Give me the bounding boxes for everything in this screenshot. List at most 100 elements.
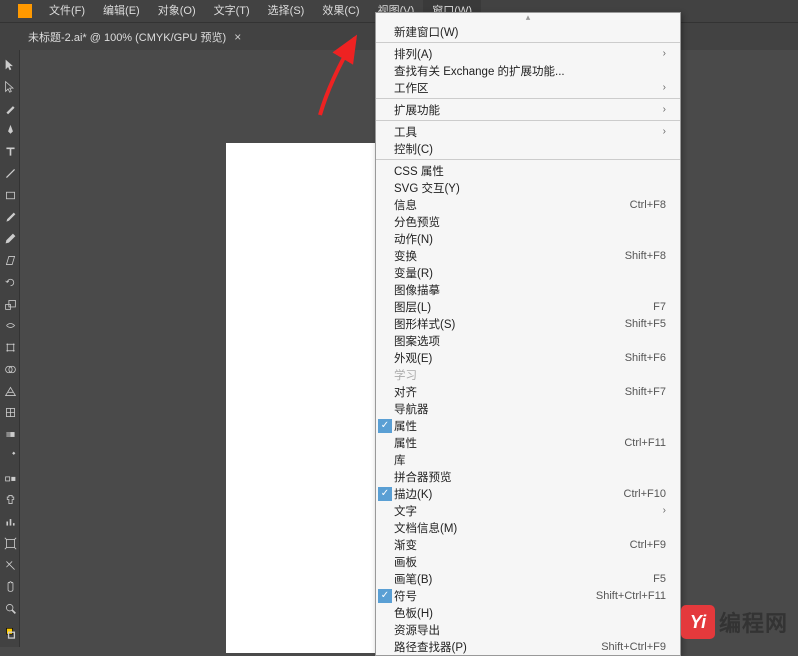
menu-item-svg交互y[interactable]: SVG 交互(Y) [376,179,680,196]
check-placeholder [376,469,394,484]
menu-item-资源导出[interactable]: 资源导出 [376,621,680,638]
eyedropper-tool[interactable] [0,446,20,468]
perspective-tool[interactable] [0,380,20,402]
menu-item-label: 变量(R) [394,265,666,281]
menu-item-变换[interactable]: 变换Shift+F8 [376,247,680,264]
menu-item-对齐[interactable]: 对齐Shift+F7 [376,383,680,400]
mesh-tool[interactable] [0,402,20,424]
check-placeholder [376,537,394,552]
gradient-tool[interactable] [0,424,20,446]
menu-item-工作区[interactable]: 工作区› [376,79,680,96]
menu-item-label: 库 [394,452,666,468]
menu-item-图像描摹[interactable]: 图像描摹 [376,281,680,298]
width-tool[interactable] [0,315,20,337]
menu-item-变量r[interactable]: 变量(R) [376,264,680,281]
check-placeholder [376,102,394,117]
menu-item-文字[interactable]: 文字› [376,502,680,519]
menu-item-文档信息m[interactable]: 文档信息(M) [376,519,680,536]
menu-item-分色预览[interactable]: 分色预览 [376,213,680,230]
scroll-up-icon[interactable]: ▴ [376,13,680,23]
rectangle-tool[interactable] [0,185,20,207]
menu-item-label: 符号 [394,588,596,604]
menu-item-导航器[interactable]: 导航器 [376,400,680,417]
selection-tool[interactable] [0,54,20,76]
menu-item-图案选项[interactable]: 图案选项 [376,332,680,349]
menu-效果[interactable]: 效果(C) [313,0,368,22]
line-tool[interactable] [0,163,20,185]
menu-item-信息[interactable]: 信息Ctrl+F8 [376,196,680,213]
free-transform-tool[interactable] [0,337,20,359]
menu-文字[interactable]: 文字(T) [205,0,259,22]
direct-selection-tool[interactable] [0,76,20,98]
slice-tool[interactable] [0,554,20,576]
magic-wand-tool[interactable] [0,98,20,120]
eraser-tool[interactable] [0,250,20,272]
check-placeholder [376,316,394,331]
fill-stroke-indicator[interactable] [0,620,20,648]
checkmark-icon: ✓ [378,487,392,501]
artboard-tool[interactable] [0,533,20,555]
menu-item-扩展功能[interactable]: 扩展功能› [376,101,680,118]
menu-对象[interactable]: 对象(O) [149,0,205,22]
menu-item-label: 工具 [394,124,663,140]
menu-item-描边k[interactable]: ✓描边(K)Ctrl+F10 [376,485,680,502]
document-tab[interactable]: 未标题-2.ai* @ 100% (CMYK/GPU 预览) × [20,29,249,45]
menu-item-属性[interactable]: ✓属性 [376,417,680,434]
pen-tool[interactable] [0,119,20,141]
menu-item-渐变[interactable]: 渐变Ctrl+F9 [376,536,680,553]
blend-tool[interactable] [0,467,20,489]
menu-item-库[interactable]: 库 [376,451,680,468]
menu-item-label: 画板 [394,554,666,570]
menu-item-画笔b[interactable]: 画笔(B)F5 [376,570,680,587]
check-placeholder [376,265,394,280]
column-graph-tool[interactable] [0,511,20,533]
menu-item-label: 扩展功能 [394,102,663,118]
watermark-text: 编程网 [719,606,788,638]
menu-item-label: 属性 [394,418,666,434]
check-placeholder [376,435,394,450]
rotate-tool[interactable] [0,272,20,294]
check-placeholder [376,384,394,399]
menu-item-控制c[interactable]: 控制(C) [376,140,680,157]
pencil-tool[interactable] [0,228,20,250]
watermark-logo: Yi [681,605,715,639]
check-placeholder [376,24,394,39]
shortcut-label: Shift+F6 [625,352,666,364]
menu-item-查找有关exchange的扩展功能[interactable]: 查找有关 Exchange 的扩展功能... [376,62,680,79]
menu-item-属性[interactable]: 属性Ctrl+F11 [376,434,680,451]
type-tool[interactable] [0,141,20,163]
shape-builder-tool[interactable] [0,359,20,381]
chevron-right-icon: › [663,48,666,59]
menu-item-画板[interactable]: 画板 [376,553,680,570]
check-placeholder [376,503,394,518]
check-placeholder [376,367,394,382]
symbol-sprayer-tool[interactable] [0,489,20,511]
menu-选择[interactable]: 选择(S) [259,0,314,22]
zoom-tool[interactable] [0,598,20,620]
check-placeholder [376,401,394,416]
menu-item-排列a[interactable]: 排列(A)› [376,45,680,62]
menu-item-css属性[interactable]: CSS 属性 [376,162,680,179]
check-placeholder [376,214,394,229]
shortcut-label: Ctrl+F10 [624,488,667,500]
menu-item-label: 对齐 [394,384,625,400]
menu-item-色板h[interactable]: 色板(H) [376,604,680,621]
menu-item-label: SVG 交互(Y) [394,180,666,196]
hand-tool[interactable] [0,576,20,598]
menu-item-拼合器预览[interactable]: 拼合器预览 [376,468,680,485]
menu-编辑[interactable]: 编辑(E) [94,0,149,22]
menu-item-图形样式s[interactable]: 图形样式(S)Shift+F5 [376,315,680,332]
menu-item-工具[interactable]: 工具› [376,123,680,140]
menu-item-图层l[interactable]: 图层(L)F7 [376,298,680,315]
scale-tool[interactable] [0,293,20,315]
paintbrush-tool[interactable] [0,206,20,228]
menu-item-label: 新建窗口(W) [394,24,666,40]
menu-item-符号[interactable]: ✓符号Shift+Ctrl+F11 [376,587,680,604]
menu-item-新建窗口w[interactable]: 新建窗口(W) [376,23,680,40]
chevron-right-icon: › [663,505,666,516]
menu-item-外观e[interactable]: 外观(E)Shift+F6 [376,349,680,366]
close-icon[interactable]: × [234,30,241,44]
menu-文件[interactable]: 文件(F) [40,0,94,22]
artboard[interactable] [226,143,398,653]
menu-item-动作n[interactable]: 动作(N) [376,230,680,247]
